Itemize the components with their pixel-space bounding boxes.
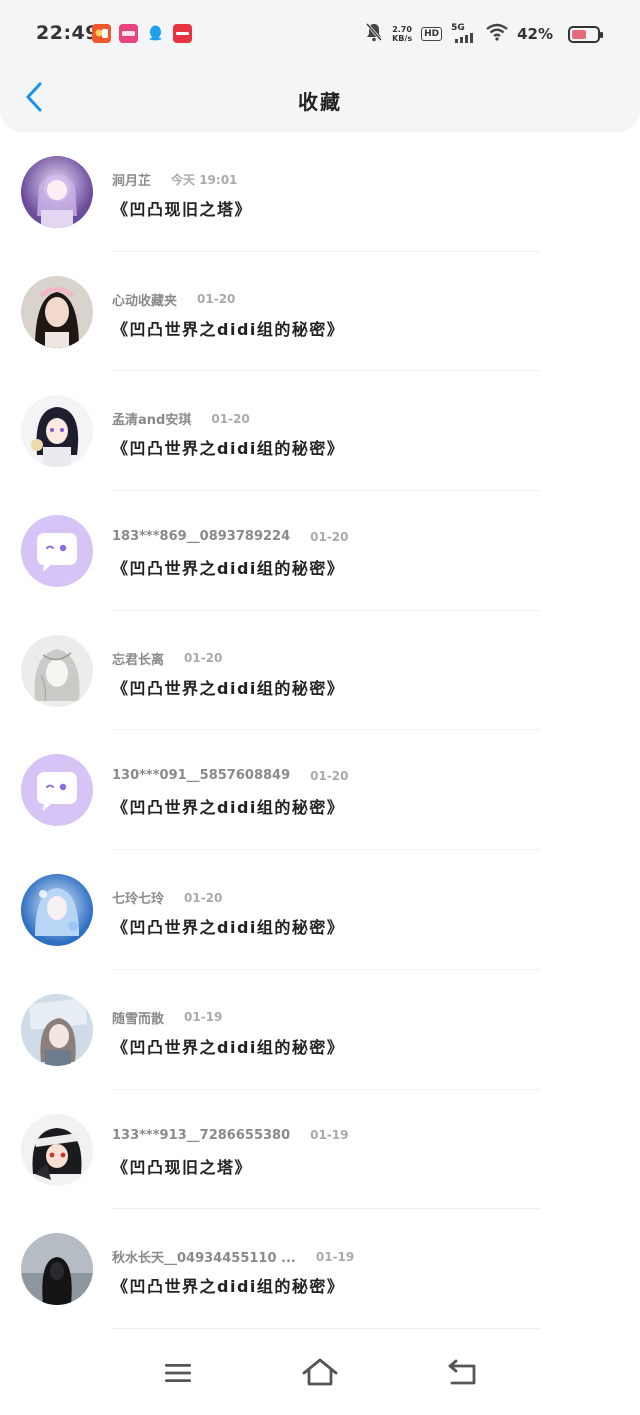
favorite-date: 01-20: [310, 768, 349, 783]
app-icon-pink: [119, 24, 138, 43]
network-speed: 2.70 KB/s: [392, 25, 412, 43]
username[interactable]: 130***091__5857608849: [112, 768, 290, 783]
item-meta: 随雪而散 01-19: [112, 1008, 222, 1027]
favorite-date: 01-19: [184, 1010, 223, 1025]
book-title[interactable]: 《凹凸世界之didi组的秘密》: [112, 435, 344, 459]
favorite-date: 01-20: [310, 529, 349, 544]
username[interactable]: 秋水长天__04934455110 ...: [112, 1247, 296, 1266]
favorite-item[interactable]: 183***869__0893789224 01-20 《凹凸世界之didi组的秘密…: [0, 491, 640, 611]
avatar[interactable]: [21, 1113, 93, 1186]
header-bar: 收藏: [0, 68, 640, 132]
favorite-item[interactable]: 孟清and安琪 01-20 《凹凸世界之didi组的秘密》: [0, 371, 640, 492]
home-icon: [302, 1358, 338, 1386]
username[interactable]: 随雪而散: [112, 1008, 164, 1027]
status-bar: 22:49 2.70 KB/s HD 5G 42%: [0, 0, 640, 68]
avatar[interactable]: [21, 754, 93, 827]
favorite-date: 01-20: [184, 890, 223, 905]
favorite-item[interactable]: 涧月芷 今天 19:01 《凹凸现旧之塔》: [0, 132, 640, 252]
favorite-item[interactable]: 130***091__5857608849 01-20 《凹凸世界之didi组的秘密…: [0, 730, 640, 851]
favorite-date: 01-19: [310, 1128, 349, 1142]
item-meta: 秋水长天__04934455110 ... 01-19: [112, 1247, 355, 1267]
item-meta: 130***091__5857608849 01-20: [112, 768, 349, 783]
username[interactable]: 183***869__0893789224: [112, 529, 290, 544]
username[interactable]: 133***913__7286655380: [112, 1128, 290, 1143]
avatar[interactable]: [21, 634, 93, 707]
item-meta: 涧月芷 今天 19:01: [112, 170, 237, 189]
item-meta: 133***913__7286655380 01-19: [112, 1128, 349, 1143]
avatar[interactable]: [21, 275, 93, 348]
divider: [112, 1327, 540, 1329]
status-indicators: 2.70 KB/s HD 5G 42%: [365, 22, 603, 46]
battery-percent: 42%: [517, 25, 553, 43]
book-title[interactable]: 《凹凸世界之didi组的秘密》: [112, 1273, 344, 1297]
status-time: 22:49: [36, 22, 99, 44]
favorite-item[interactable]: 心动收藏夹 01-20 《凹凸世界之didi组的秘密》: [0, 252, 640, 372]
book-title[interactable]: 《凹凸世界之didi组的秘密》: [112, 1034, 344, 1058]
book-title[interactable]: 《凹凸世界之didi组的秘密》: [112, 794, 344, 818]
home-button[interactable]: [300, 1355, 340, 1391]
book-title[interactable]: 《凹凸世界之didi组的秘密》: [112, 316, 344, 340]
app-icon-red-orange: [92, 24, 111, 43]
book-title[interactable]: 《凹凸世界之didi组的秘密》: [112, 555, 344, 579]
favorite-date: 01-20: [211, 411, 250, 426]
item-meta: 忘君长离 01-20: [112, 649, 222, 668]
system-nav-bar: [0, 1335, 640, 1415]
favorite-date: 今天 19:01: [171, 173, 238, 187]
favorite-date: 01-20: [197, 292, 236, 307]
favorite-item[interactable]: 133***913__7286655380 01-19 《凹凸现旧之塔》: [0, 1090, 640, 1210]
book-title[interactable]: 《凹凸现旧之塔》: [112, 196, 252, 220]
book-title[interactable]: 《凹凸世界之didi组的秘密》: [112, 914, 344, 938]
username[interactable]: 孟清and安琪: [112, 409, 191, 428]
network-type: 5G: [451, 23, 465, 33]
avatar[interactable]: [21, 395, 93, 468]
username[interactable]: 心动收藏夹: [112, 290, 177, 309]
book-title[interactable]: 《凹凸现旧之塔》: [112, 1154, 252, 1178]
avatar[interactable]: [21, 1233, 93, 1306]
username[interactable]: 忘君长离: [112, 649, 164, 668]
item-meta: 183***869__0893789224 01-20: [112, 529, 349, 544]
item-meta: 七玲七玲 01-20: [112, 888, 223, 908]
hd-badge: HD: [421, 27, 443, 41]
favorite-item[interactable]: 忘君长离 01-20 《凹凸世界之didi组的秘密》: [0, 611, 640, 731]
network-speed-value: 2.70: [392, 25, 412, 34]
app-icon-red: [173, 24, 192, 43]
favorite-date: 01-20: [184, 651, 223, 666]
battery-icon: [568, 25, 603, 43]
username[interactable]: 涧月芷: [112, 170, 151, 189]
favorite-date: 01-19: [315, 1249, 355, 1264]
avatar[interactable]: [21, 874, 93, 947]
favorite-item[interactable]: 七玲七玲 01-20 《凹凸世界之didi组的秘密》: [0, 850, 640, 970]
menu-button[interactable]: [158, 1355, 198, 1391]
nav-back-button[interactable]: [442, 1355, 482, 1391]
book-title[interactable]: 《凹凸世界之didi组的秘密》: [112, 675, 344, 699]
avatar[interactable]: [21, 993, 93, 1066]
mute-bell-icon: [365, 22, 383, 46]
favorite-item[interactable]: 随雪而散 01-19 《凹凸世界之didi组的秘密》: [0, 970, 640, 1090]
wifi-icon: [486, 23, 508, 45]
cell-signal-icon: 5G: [451, 23, 477, 43]
avatar[interactable]: [21, 515, 93, 588]
favorite-item[interactable]: 秋水长天__04934455110 ... 01-19 《凹凸世界之didi组的秘密…: [0, 1209, 640, 1329]
item-meta: 心动收藏夹 01-20: [112, 290, 235, 309]
back-icon: [448, 1359, 476, 1385]
page-title: 收藏: [298, 90, 342, 114]
qq-icon: [146, 24, 165, 43]
username[interactable]: 七玲七玲: [112, 888, 164, 907]
item-meta: 孟清and安琪 01-20: [112, 409, 250, 429]
menu-icon: [165, 1364, 191, 1382]
status-app-icons: [92, 24, 192, 43]
network-speed-unit: KB/s: [392, 34, 413, 43]
favorites-list: 涧月芷 今天 19:01 《凹凸现旧之塔》 心动收藏夹 01-20 《凹凸世界之didi组…: [0, 132, 640, 1329]
avatar[interactable]: [21, 156, 93, 228]
